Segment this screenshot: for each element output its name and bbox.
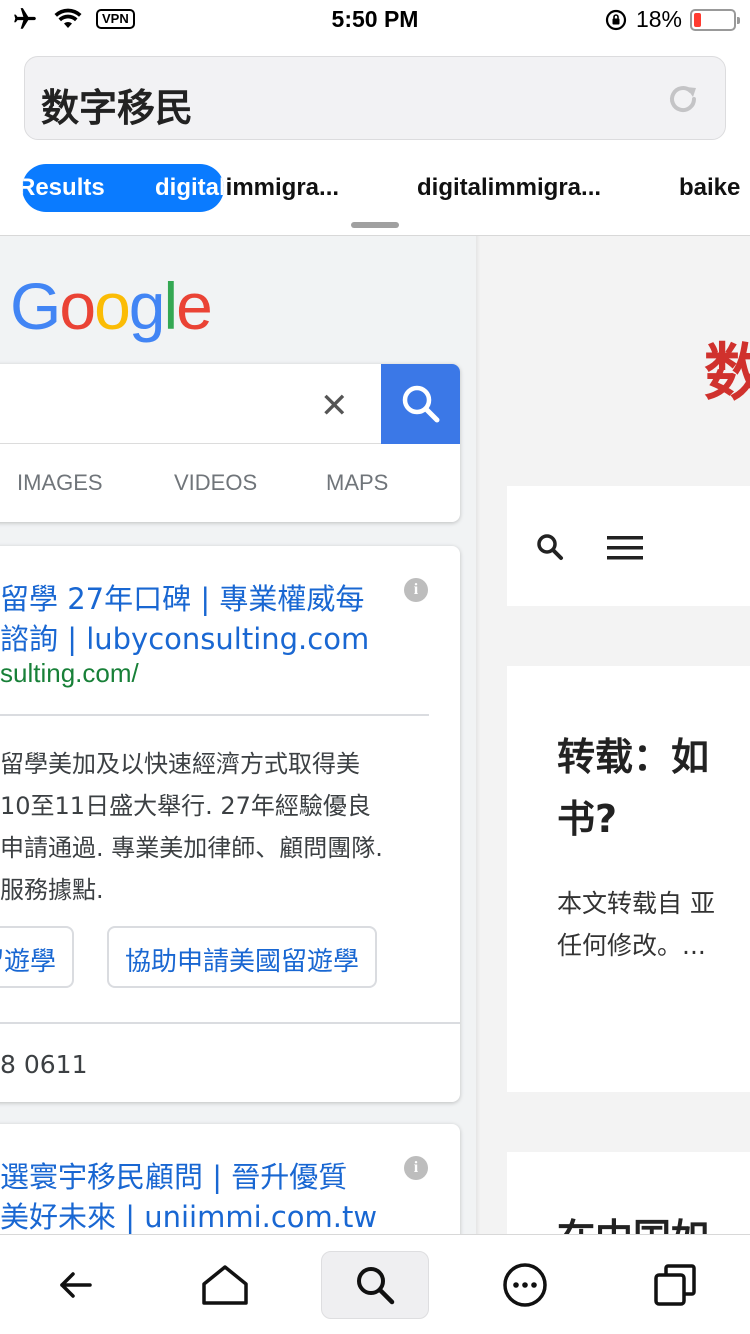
- site-logo-text: 数: [704, 336, 750, 409]
- result-snippet-line: 服務據點.: [0, 876, 104, 904]
- clear-icon[interactable]: ✕: [320, 386, 349, 426]
- result-title-line[interactable]: 諮詢 | lubyconsulting.com: [0, 616, 369, 658]
- tab-videos[interactable]: VIDEOS: [174, 470, 257, 496]
- sitelink-chip[interactable]: 協助申請美國留遊學: [107, 926, 378, 988]
- bottom-toolbar: [0, 1234, 750, 1334]
- article-excerpt-line: 任何修改。...: [557, 931, 706, 960]
- tab-digitalimmigra-1[interactable]: digitalimmigra...: [155, 174, 224, 202]
- result-snippet-line: 申請通過. 專業美加律師、顧問團隊.: [0, 834, 383, 862]
- article-title-line[interactable]: 书?: [557, 788, 617, 843]
- sitelink-chip[interactable]: 留遊學: [0, 926, 75, 988]
- site-navbar: [507, 486, 750, 606]
- result-snippet-line: 10至11日盛大舉行. 27年經驗優良: [0, 792, 371, 820]
- tab-images[interactable]: IMAGES: [17, 470, 103, 496]
- more-button[interactable]: [471, 1251, 579, 1319]
- tab-active-pill[interactable]: Results digitalimmigra...: [22, 164, 224, 212]
- hamburger-menu-icon[interactable]: [607, 534, 645, 562]
- search-icon: [402, 385, 440, 423]
- google-logo-letter: l: [163, 269, 179, 343]
- search-icon: [357, 1267, 395, 1305]
- pane-shadow: [476, 236, 480, 1234]
- result-snippet-line: 留學美加及以快速經濟方式取得美: [0, 750, 360, 778]
- google-search-button[interactable]: [381, 364, 460, 444]
- more-icon: [503, 1263, 547, 1307]
- tabs-icon: [654, 1264, 696, 1306]
- battery-percent: 18%: [635, 6, 682, 32]
- search-icon[interactable]: [535, 532, 565, 562]
- battery-icon: [690, 8, 740, 31]
- article-card[interactable]: 转载：如 书? 本文转载自 亚 任何修改。...: [507, 666, 750, 1092]
- status-right-icons: 18%: [604, 6, 740, 33]
- back-arrow-icon: [60, 1272, 92, 1298]
- result-title-line[interactable]: 美好未來 | uniimmi.com.tw: [0, 1194, 377, 1236]
- google-logo-letter: g: [128, 269, 166, 343]
- google-search-card: ✕ IMAGES VIDEOS MAPS: [0, 364, 460, 522]
- result-phone[interactable]: 8 0611: [0, 1050, 87, 1079]
- battery-fill: [694, 12, 701, 27]
- home-button[interactable]: [171, 1251, 279, 1319]
- article-title-line[interactable]: 转载：如: [557, 726, 709, 781]
- google-logo-letter: o: [59, 269, 96, 343]
- tab-results[interactable]: Results: [22, 174, 105, 202]
- back-button[interactable]: [22, 1251, 130, 1319]
- result-title-line[interactable]: 選寰宇移民顧問 | 晉升優質: [0, 1154, 347, 1196]
- google-logo: Google: [10, 268, 213, 344]
- reload-icon[interactable]: [663, 79, 703, 119]
- search-query: 数字移民: [41, 86, 194, 130]
- webpage-preview-pane[interactable]: 数 转载：如 书? 本文转载自 亚 任何修改。... 在中国如: [476, 236, 750, 1234]
- divider: [0, 714, 429, 716]
- status-bar: VPN 5:50 PM 18%: [0, 0, 750, 40]
- orientation-lock-icon: [605, 9, 627, 30]
- tab-digitalimmigra-2[interactable]: digitalimmigra...: [417, 174, 601, 202]
- result-card-1: 留學 27年口碑 | 專業權威每 諮詢 | lubyconsulting.com…: [0, 546, 460, 1102]
- google-logo-letter: G: [10, 269, 61, 343]
- google-logo-letter: o: [94, 269, 131, 343]
- info-icon[interactable]: i: [404, 578, 428, 602]
- search-button[interactable]: [321, 1251, 429, 1319]
- drag-handle[interactable]: [351, 222, 399, 228]
- article-card[interactable]: 在中国如: [507, 1152, 750, 1234]
- result-title-line[interactable]: 留學 27年口碑 | 專業權威每: [0, 576, 364, 618]
- article-title-line[interactable]: 在中国如: [557, 1207, 709, 1234]
- result-url[interactable]: sulting.com/: [0, 658, 139, 689]
- search-input[interactable]: 数字移民: [24, 56, 726, 140]
- article-excerpt-line: 本文转载自 亚: [557, 889, 715, 918]
- info-icon[interactable]: i: [404, 1156, 428, 1180]
- home-icon: [202, 1265, 248, 1305]
- tab-baike[interactable]: baike: [679, 174, 740, 202]
- google-logo-letter: e: [176, 269, 213, 343]
- divider: [0, 443, 381, 444]
- tabs-button[interactable]: [621, 1251, 729, 1319]
- tab-maps[interactable]: MAPS: [326, 470, 388, 496]
- result-tabs: Results digitalimmigra... digitalimmigra…: [0, 160, 750, 216]
- divider: [0, 1022, 460, 1024]
